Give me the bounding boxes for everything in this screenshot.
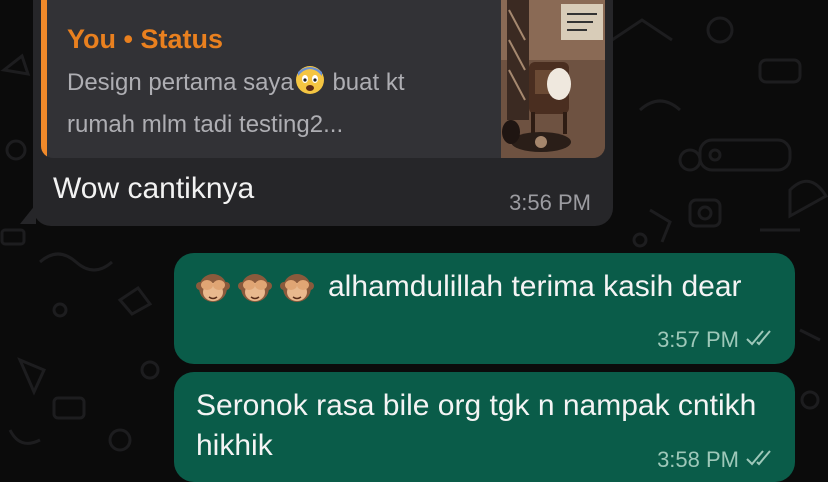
status-thumbnail[interactable]: [501, 0, 605, 158]
quote-author: You • Status: [67, 24, 223, 54]
see-no-evil-monkey-icon: [280, 270, 314, 315]
quote-accent-bar: [41, 0, 47, 158]
see-no-evil-monkey-icon: [238, 270, 272, 315]
message-text-content: alhamdulillah terima kasih dear: [328, 270, 742, 303]
double-check-icon: [745, 328, 775, 353]
message-timestamp: 3:57 PM: [657, 327, 739, 352]
message-meta: 3:58 PM: [657, 447, 775, 473]
message-timestamp: 3:58 PM: [657, 447, 739, 472]
incoming-message-bubble[interactable]: You • Status Design pertama saya buat kt…: [33, 0, 613, 226]
message-meta: 3:57 PM: [657, 327, 775, 353]
outgoing-message-bubble[interactable]: alhamdulillah terima kasih dear 3:57 PM: [174, 253, 795, 364]
emoji-group: [196, 270, 314, 315]
quote-text: Design pertama saya buat kt rumah mlm ta…: [67, 64, 467, 143]
message-text: Wow cantiknya: [53, 172, 255, 205]
outgoing-message-bubble[interactable]: Seronok rasa bile org tgk n nampak cntik…: [174, 372, 795, 482]
quote-text-part1: Design pertama saya: [67, 69, 294, 96]
room-photo-icon: [501, 0, 605, 158]
message-timestamp: 3:56 PM: [509, 190, 591, 215]
double-check-icon: [745, 448, 775, 473]
message-text: alhamdulillah terima kasih dear: [196, 267, 766, 315]
see-no-evil-monkey-icon: [196, 270, 230, 315]
status-reply-quote[interactable]: You • Status Design pertama saya buat kt…: [41, 0, 605, 158]
fearful-face-icon: [294, 64, 326, 107]
